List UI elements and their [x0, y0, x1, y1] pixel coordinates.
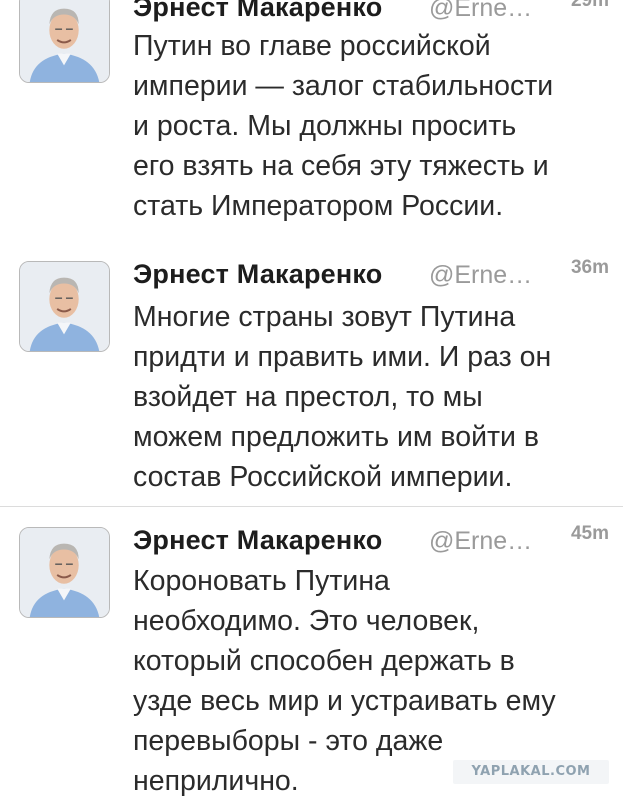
- avatar-image: [20, 0, 109, 82]
- author-handle[interactable]: @Erne…: [429, 0, 532, 23]
- author-name[interactable]: Эрнест Макаренко: [133, 0, 382, 23]
- author-name[interactable]: Эрнест Макаренко: [133, 525, 382, 556]
- avatar[interactable]: [19, 0, 110, 83]
- author-name[interactable]: Эрнест Макаренко: [133, 259, 382, 290]
- avatar[interactable]: [19, 527, 110, 618]
- tweet-time: 29m: [570, 0, 609, 11]
- watermark: YAPLAKAL.COM: [453, 760, 609, 784]
- avatar[interactable]: [19, 261, 110, 352]
- avatar-image: [20, 528, 109, 617]
- tweet-text: Многие страны зовут Путина придти и прав…: [133, 301, 552, 493]
- tweet[interactable]: Эрнест Макаренко @Erne… 29m Путин во гла…: [0, 0, 623, 243]
- author-handle[interactable]: @Erne…: [429, 527, 532, 556]
- avatar-image: [20, 262, 109, 351]
- tweet[interactable]: Эрнест Макаренко @Erne… 36m Многие стран…: [0, 242, 623, 507]
- tweet-time: 36m: [570, 257, 609, 278]
- author-handle[interactable]: @Erne…: [429, 261, 532, 290]
- tweet-time: 45m: [570, 523, 609, 544]
- tweet-text: Путин во главе российской империи — зало…: [133, 30, 554, 222]
